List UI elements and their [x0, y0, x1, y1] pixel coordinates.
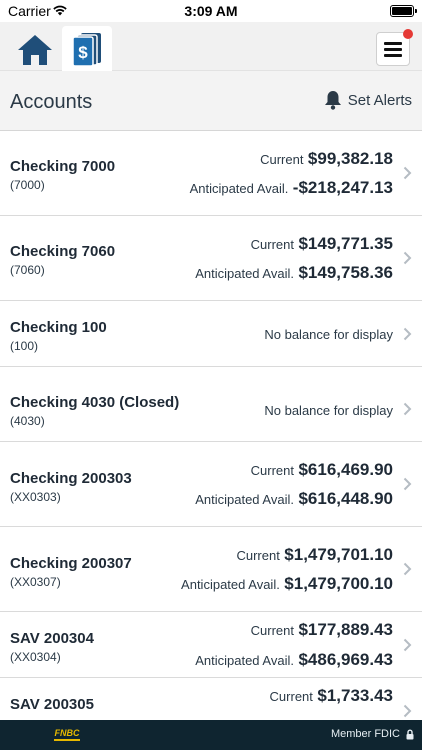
- dollar-card-icon: $: [72, 32, 101, 67]
- current-balance: Current $1,733.43: [270, 686, 393, 706]
- current-label: Current: [269, 689, 313, 704]
- chevron-right-icon: [403, 327, 412, 341]
- menu-bar: [384, 41, 402, 45]
- tab-accounts[interactable]: $: [62, 26, 112, 71]
- current-label: Current: [236, 548, 280, 563]
- account-row[interactable]: Checking 4030 (Closed) (4030) No balance…: [0, 367, 422, 442]
- menu-bar: [384, 47, 402, 51]
- top-nav-bar: $: [0, 22, 422, 71]
- anticipated-label: Anticipated Avail.: [181, 577, 280, 592]
- account-number: (7060): [10, 263, 45, 277]
- chevron-right-icon: [403, 477, 412, 491]
- current-balance: Current $616,469.90: [251, 460, 393, 480]
- account-row[interactable]: Checking 200307 (XX0307) Current $1,479,…: [0, 527, 422, 612]
- current-value: $616,469.90: [298, 460, 393, 479]
- current-value: $1,479,701.10: [284, 545, 393, 564]
- member-fdic-label: Member FDIC: [330, 728, 400, 740]
- chevron-right-icon: [403, 704, 412, 718]
- account-row[interactable]: Checking 200303 (XX0303) Current $616,46…: [0, 442, 422, 527]
- accounts-header: Accounts Set Alerts: [0, 71, 422, 131]
- account-name: SAV 200305: [10, 696, 94, 713]
- current-label: Current: [260, 152, 304, 167]
- notification-badge: [403, 29, 413, 39]
- anticipated-label: Anticipated Avail.: [195, 266, 294, 281]
- current-balance: Current $149,771.35: [251, 234, 393, 254]
- account-name: Checking 200307: [10, 555, 132, 572]
- bank-logo: FNBC: [54, 728, 80, 741]
- account-row[interactable]: Checking 100 (100) No balance for displa…: [0, 301, 422, 367]
- set-alerts-label: Set Alerts: [347, 91, 412, 109]
- account-number: (XX0307): [10, 575, 61, 589]
- anticipated-balance: Anticipated Avail. $486,969.43: [195, 650, 393, 670]
- svg-text:$: $: [78, 43, 88, 62]
- anticipated-value: $616,448.90: [298, 489, 393, 508]
- account-number: (XX0304): [10, 650, 61, 664]
- anticipated-balance: Anticipated Avail. $1,479,700.10: [181, 574, 393, 594]
- account-number: (4030): [10, 414, 45, 428]
- current-value: $177,889.43: [298, 620, 393, 639]
- current-balance: Current $99,382.18: [260, 149, 393, 169]
- tab-home[interactable]: [12, 30, 58, 70]
- set-alerts-button[interactable]: Set Alerts: [324, 90, 412, 110]
- battery-level: [392, 7, 412, 15]
- bell-icon: [324, 91, 341, 110]
- current-value: $149,771.35: [298, 234, 393, 253]
- anticipated-label: Anticipated Avail.: [195, 492, 294, 507]
- anticipated-label: Anticipated Avail.: [189, 181, 289, 196]
- anticipated-balance: Anticipated Avail. $149,758.36: [195, 263, 393, 283]
- account-name: SAV 200304: [10, 630, 94, 647]
- anticipated-balance: Anticipated Avail. $616,448.90: [195, 489, 393, 509]
- current-value: $1,733.43: [317, 686, 393, 705]
- account-number: (100): [10, 339, 39, 353]
- svg-text:FNBC: FNBC: [55, 728, 80, 738]
- anticipated-label: Anticipated Avail.: [195, 653, 294, 668]
- anticipated-value: $1,479,700.10: [284, 574, 393, 593]
- no-balance-text: No balance for display: [264, 403, 393, 418]
- clock: 3:09 AM: [184, 3, 238, 19]
- account-row[interactable]: SAV 200304 (XX0304) Current $177,889.43 …: [0, 612, 422, 678]
- current-label: Current: [250, 463, 294, 478]
- anticipated-value: -$218,247.13: [292, 178, 393, 197]
- current-value: $99,382.18: [307, 149, 393, 168]
- accounts-list: Checking 7000 (7000) Current $99,382.18 …: [0, 131, 422, 720]
- menu-bar: [384, 53, 402, 57]
- account-row[interactable]: Checking 7000 (7000) Current $99,382.18 …: [0, 131, 422, 216]
- account-number: (XX0303): [10, 490, 61, 504]
- account-name: Checking 7000: [10, 158, 116, 175]
- account-row[interactable]: SAV 200305 Current $1,733.43: [0, 678, 422, 720]
- lock-icon: [406, 729, 414, 740]
- current-balance: Current $177,889.43: [251, 620, 393, 640]
- no-balance-text: No balance for display: [264, 327, 393, 342]
- battery-icon: [390, 5, 417, 17]
- account-name: Checking 7060: [10, 243, 116, 260]
- account-number: (7000): [10, 178, 45, 192]
- account-row[interactable]: Checking 7060 (7060) Current $149,771.35…: [0, 216, 422, 301]
- footer: FNBC Member FDIC: [0, 720, 422, 750]
- status-bar: Carrier 3:09 AM: [0, 0, 422, 22]
- anticipated-value: $486,969.43: [298, 650, 393, 669]
- chevron-right-icon: [403, 402, 412, 416]
- account-name: Checking 100: [10, 319, 107, 336]
- home-icon: [18, 35, 52, 65]
- account-name: Checking 200303: [10, 470, 132, 487]
- anticipated-value: $149,758.36: [298, 263, 393, 282]
- chevron-right-icon: [403, 562, 412, 576]
- page-title: Accounts: [10, 91, 93, 113]
- current-balance: Current $1,479,701.10: [236, 545, 393, 565]
- chevron-right-icon: [403, 638, 412, 652]
- chevron-right-icon: [403, 166, 412, 180]
- menu-button[interactable]: [376, 29, 413, 66]
- chevron-right-icon: [403, 251, 412, 265]
- account-name: Checking 4030 (Closed): [10, 394, 180, 411]
- anticipated-balance: Anticipated Avail. -$218,247.13: [190, 178, 393, 198]
- current-label: Current: [250, 237, 294, 252]
- current-label: Current: [250, 623, 294, 638]
